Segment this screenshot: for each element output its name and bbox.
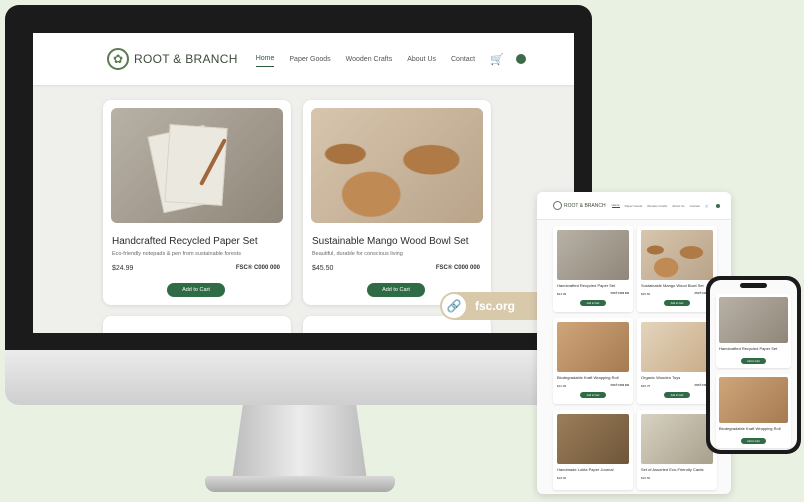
product-card[interactable]: Handmade Lokta Paper Journal $18.00 — [553, 410, 633, 490]
product-description: Beautiful, durable for conscious living — [312, 251, 403, 257]
phone-notch — [740, 283, 767, 288]
product-image — [641, 414, 713, 464]
product-price: $24.99 — [557, 292, 567, 296]
nav-paper-goods[interactable]: Paper Goods — [625, 204, 643, 208]
link-icon: 🔗 — [442, 294, 466, 318]
nav-about-us[interactable]: About Us — [407, 52, 436, 67]
product-image — [311, 108, 483, 223]
product-card[interactable]: Organic Wooden Toys $35.75 FSC® C000 000… — [637, 318, 717, 404]
desktop-screen: ✿ ROOT & BRANCH Home Paper Goods Wooden … — [33, 33, 574, 333]
product-image — [719, 297, 788, 343]
product-card[interactable]: Biodegradable Kraft Wrapping Roll Add to… — [716, 374, 791, 448]
product-image — [641, 322, 713, 372]
product-price: $16.50 — [641, 476, 651, 480]
nav-contact[interactable]: Contact — [451, 52, 475, 67]
product-price: $12.99 — [557, 384, 567, 388]
fsc-certification: FSC® C000 000 — [235, 265, 280, 271]
product-card[interactable]: Handcrafted Recycled Paper Set Add to Ca… — [716, 294, 791, 368]
add-to-cart-button[interactable]: Add to Cart — [741, 358, 766, 364]
product-title: Sustainable Mango Wood Bowl Set — [641, 283, 704, 288]
fsc-badge[interactable]: 🔗 fsc.org — [440, 292, 538, 320]
nav-contact[interactable]: Contact — [690, 204, 700, 208]
brand-name[interactable]: ROOT & BRANCH — [564, 203, 606, 209]
nav-about-us[interactable]: About Us — [672, 204, 684, 208]
product-title: Handcrafted Recycled Paper Set — [719, 346, 778, 351]
nav-home[interactable]: Home — [611, 203, 620, 208]
cart-icon[interactable]: 🛒 — [490, 53, 504, 66]
fsc-certification: FSC® C000 000 — [610, 384, 629, 387]
add-to-cart-button[interactable]: Add to Cart — [664, 300, 690, 306]
product-title: Set of Assorted Eco-Friendly Cards — [641, 467, 704, 472]
product-image — [557, 414, 629, 464]
account-icon[interactable] — [715, 203, 720, 208]
product-price: $45.50 — [641, 292, 651, 296]
product-image — [557, 322, 629, 372]
nav-home[interactable]: Home — [255, 51, 275, 67]
product-card[interactable]: Set of Assorted Eco-Friendly Cards $16.5… — [637, 410, 717, 490]
product-card[interactable]: Sustainable Mango Wood Bowl Set $45.50 F… — [637, 226, 717, 312]
product-title: Biodegradable Kraft Wrapping Roll — [557, 375, 619, 380]
product-image — [641, 230, 713, 280]
add-to-cart-button[interactable]: Add to Cart — [741, 438, 766, 444]
product-title: Biodegradable Kraft Wrapping Roll — [719, 426, 781, 431]
fsc-link-text[interactable]: fsc.org — [475, 299, 515, 313]
product-image — [111, 108, 283, 223]
product-price: $18.00 — [557, 476, 567, 480]
add-to-cart-button[interactable]: Add to Cart — [367, 283, 425, 297]
product-title: Handcrafted Recycled Paper Set — [557, 283, 616, 288]
product-title: Handcrafted Recycled Paper Set — [112, 236, 258, 247]
tablet-view: ROOT & BRANCH Home Paper Goods Wooden Cr… — [537, 192, 731, 494]
product-title: Sustainable Mango Wood Bowl Set — [312, 236, 469, 247]
nav-paper-goods[interactable]: Paper Goods — [289, 52, 330, 67]
product-price: $35.75 — [641, 384, 651, 388]
fsc-certification: FSC® C000 000 — [610, 292, 629, 295]
product-card[interactable]: Biodegradable Kraft Wrapping Roll $12.99… — [553, 318, 633, 404]
nav-wooden-crafts[interactable]: Wooden Crafts — [346, 52, 393, 67]
product-image — [719, 377, 788, 423]
fsc-certification: FSC® C000 000 — [435, 265, 480, 271]
nav-wooden-crafts[interactable]: Wooden Crafts — [647, 204, 667, 208]
site-header: ✿ ROOT & BRANCH Home Paper Goods Wooden … — [33, 33, 574, 85]
product-card[interactable]: Handcrafted Recycled Paper Set $24.99 FS… — [553, 226, 633, 312]
add-to-cart-button[interactable]: Add to Cart — [664, 392, 690, 398]
product-price: $45.50 — [312, 265, 334, 272]
monitor-stand — [232, 405, 367, 480]
cart-icon[interactable]: 🛒 — [705, 204, 709, 208]
product-price: $24.99 — [112, 265, 134, 272]
product-image — [557, 230, 629, 280]
tree-logo-icon[interactable]: ✿ — [107, 48, 129, 70]
product-description: Eco-friendly notepads & pen from sustain… — [112, 251, 242, 257]
tablet-header: ROOT & BRANCH Home Paper Goods Wooden Cr… — [537, 192, 731, 220]
account-icon[interactable] — [515, 54, 526, 64]
phone-view: Handcrafted Recycled Paper Set Add to Ca… — [706, 276, 801, 454]
brand-name[interactable]: ROOT & BRANCH — [134, 52, 238, 66]
tree-logo-icon[interactable] — [553, 201, 562, 210]
product-card[interactable]: Handcrafted Recycled Paper Set Eco-frien… — [103, 100, 291, 305]
product-card[interactable]: Sustainable Mango Wood Bowl Set Beautifu… — [303, 100, 491, 305]
add-to-cart-button[interactable]: Add to Cart — [580, 392, 606, 398]
monitor-chin — [5, 350, 592, 405]
phone-screen: Handcrafted Recycled Paper Set Add to Ca… — [710, 280, 797, 450]
product-title: Organic Wooden Toys — [641, 375, 681, 380]
monitor-base — [205, 476, 395, 492]
product-card[interactable] — [103, 316, 291, 333]
add-to-cart-button[interactable]: Add to Cart — [580, 300, 606, 306]
add-to-cart-button[interactable]: Add to Cart — [167, 283, 225, 297]
product-title: Handmade Lokta Paper Journal — [557, 467, 614, 472]
